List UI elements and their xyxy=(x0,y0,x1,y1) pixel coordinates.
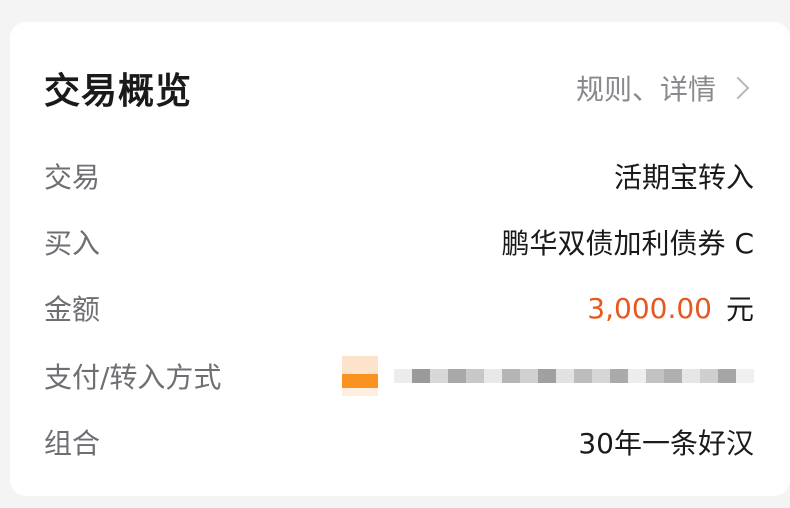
row-label: 组合 xyxy=(44,427,101,460)
card-header: 交易概览 规则、详情 xyxy=(44,60,754,116)
rules-details-label: 规则、详情 xyxy=(575,73,716,106)
amount-number: 3,000.00 xyxy=(587,291,712,325)
amount-unit: 元 xyxy=(725,293,754,326)
bank-logo-icon xyxy=(342,354,378,398)
row-label: 买入 xyxy=(44,227,101,260)
row-buy: 买入 鹏华双债加利债券 C xyxy=(44,220,754,264)
portfolio-name[interactable]: 30年一条好汉 xyxy=(578,422,754,462)
row-value: 活期宝转入 xyxy=(613,161,754,194)
payment-method-redacted xyxy=(342,354,754,398)
transaction-overview-card: 交易概览 规则、详情 交易 活期宝转入 买入 鹏华双债加利债券 C 金额 3,0… xyxy=(10,22,790,496)
row-label: 支付/转入方式 xyxy=(44,361,222,394)
row-portfolio: 组合 30年一条好汉 xyxy=(44,420,754,464)
amount-value: 3,000.00 元 xyxy=(587,288,754,328)
card-title: 交易概览 xyxy=(44,71,193,112)
fund-name[interactable]: 鹏华双债加利债券 C xyxy=(502,222,754,262)
row-label: 金额 xyxy=(44,293,101,326)
rules-details-link[interactable]: 规则、详情 xyxy=(576,68,754,108)
row-amount: 金额 3,000.00 元 xyxy=(44,286,754,330)
row-label: 交易 xyxy=(44,161,101,194)
row-transaction: 交易 活期宝转入 xyxy=(44,154,754,198)
chevron-right-icon xyxy=(726,76,750,100)
row-payment-method: 支付/转入方式 xyxy=(44,354,754,398)
